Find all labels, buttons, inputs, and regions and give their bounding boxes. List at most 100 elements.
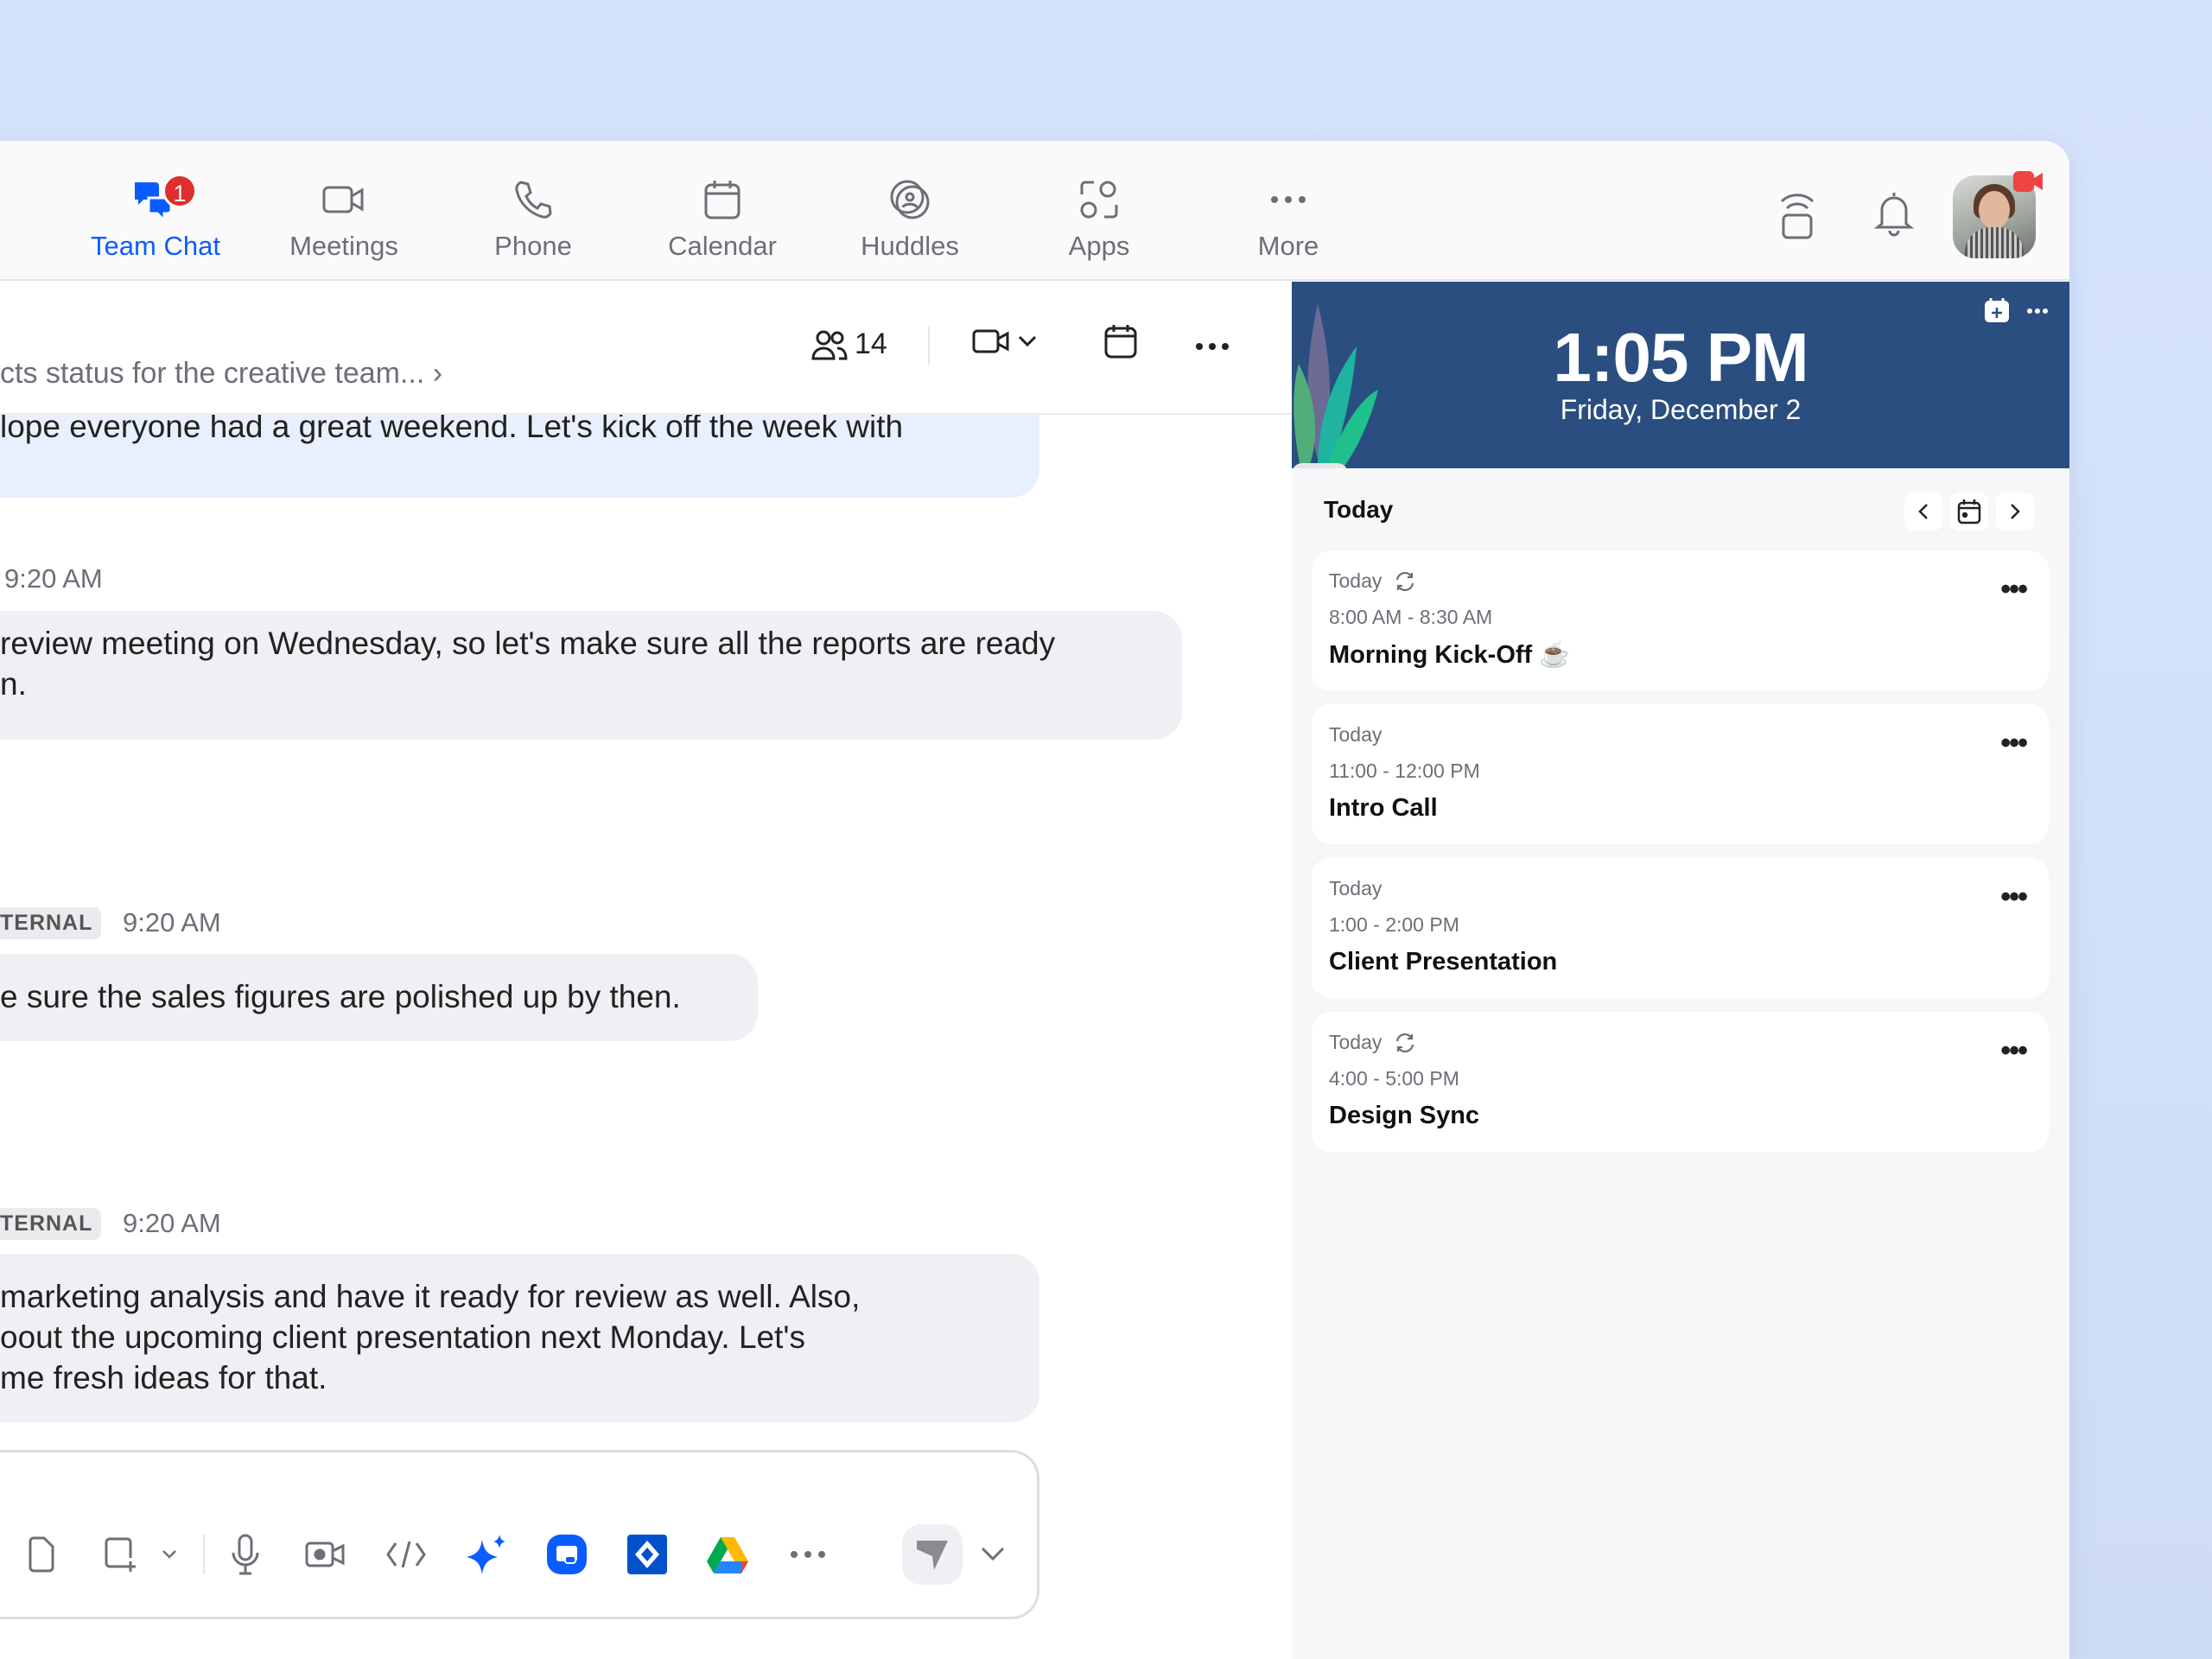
video-call-button[interactable] — [972, 327, 1038, 355]
event-title: Design Sync — [1329, 1102, 1480, 1129]
message-text: lope everyone had a great weekend. Let's… — [0, 415, 904, 444]
people-icon — [811, 330, 848, 359]
ai-companion-button[interactable] — [465, 1533, 508, 1576]
previous-day-button[interactable] — [1904, 493, 1942, 531]
event-card[interactable]: Today 8:00 AM - 8:30 AM Morning Kick-Off… — [1312, 550, 2049, 690]
nav-label: More — [1257, 231, 1319, 261]
nav-meetings[interactable]: Meetings — [257, 174, 430, 262]
event-day: Today — [1329, 1031, 1382, 1053]
nav-label: Huddles — [861, 231, 959, 261]
chevron-down-icon — [1018, 335, 1037, 347]
more-tools-button[interactable] — [790, 1550, 826, 1559]
more-options-button[interactable] — [1195, 342, 1230, 351]
phone-icon — [447, 174, 620, 226]
nav-huddles[interactable]: Huddles — [823, 174, 996, 262]
date-picker-button[interactable] — [1950, 493, 1988, 531]
clock-banner: 1:05 PM Friday, December 2 — [1292, 282, 2069, 468]
event-title: Client Presentation — [1329, 948, 1558, 976]
message-bubble: review meeting on Wednesday, so let's ma… — [0, 611, 1182, 740]
send-options-button[interactable] — [981, 1547, 1005, 1562]
chevron-down-icon — [162, 1550, 176, 1559]
presence-device-icon[interactable] — [1778, 189, 1816, 245]
message-list: lope everyone had a great weekend. Let's… — [0, 415, 1292, 1659]
nav-label: Meetings — [289, 231, 398, 261]
audio-message-button[interactable] — [231, 1534, 260, 1575]
message-bubble: marketing analysis and have it ready for… — [0, 1254, 1039, 1422]
jira-app-button[interactable] — [626, 1534, 668, 1575]
participant-count: 14 — [855, 327, 887, 360]
chevron-right-icon: › — [432, 357, 443, 390]
send-icon — [917, 1541, 948, 1570]
send-button[interactable] — [902, 1524, 963, 1585]
event-title: Morning Kick-Off ☕ — [1329, 641, 1571, 669]
huddles-icon — [823, 174, 996, 226]
external-badge: TERNAL — [0, 907, 102, 939]
screenshot-options-button[interactable] — [162, 1549, 177, 1560]
message-time: 9:20 AM — [123, 907, 221, 938]
next-day-button[interactable] — [1996, 493, 2034, 531]
nav-apps[interactable]: Apps — [1013, 174, 1185, 262]
screenshot-icon — [105, 1537, 136, 1572]
calendar-panel: 1:05 PM Friday, December 2 Today Today 8… — [1292, 282, 2069, 1659]
divider — [203, 1535, 205, 1574]
event-day: Today — [1329, 569, 1382, 592]
nav-phone[interactable]: Phone — [447, 174, 620, 262]
event-card[interactable]: Today 4:00 - 5:00 PM Design Sync ••• — [1312, 1012, 2049, 1152]
event-card[interactable]: Today 11:00 - 12:00 PM Intro Call ••• — [1312, 704, 2049, 844]
code-icon — [386, 1541, 426, 1568]
chat-icon: 1 — [69, 174, 242, 226]
recording-icon — [2013, 171, 2043, 192]
channel-description[interactable]: cts status for the creative team... › — [0, 357, 442, 391]
zoom-app-button[interactable] — [546, 1534, 588, 1575]
google-drive-icon — [707, 1537, 748, 1573]
chat-header: cts status for the creative team... › 14 — [0, 282, 1292, 415]
nav-team-chat[interactable]: 1 Team Chat — [69, 174, 242, 262]
nav-calendar[interactable]: Calendar — [636, 174, 809, 262]
channel-description-text: cts status for the creative team... — [0, 357, 425, 390]
more-icon[interactable] — [2026, 308, 2049, 315]
message-time: 9:20 AM — [4, 563, 103, 594]
event-time: 11:00 - 12:00 PM — [1329, 760, 1480, 782]
top-nav: 1 Team Chat Meetings Phone Calendar Hudd… — [0, 141, 2069, 281]
app-window: 1 Team Chat Meetings Phone Calendar Hudd… — [0, 141, 2069, 1659]
participants-button[interactable]: 14 — [811, 327, 887, 361]
more-icon — [791, 1551, 825, 1558]
event-time: 8:00 AM - 8:30 AM — [1329, 606, 1493, 628]
event-more-icon[interactable]: ••• — [2000, 573, 2028, 607]
nav-label: Apps — [1068, 231, 1130, 261]
video-camera-icon — [257, 174, 430, 226]
calendar-icon — [1104, 325, 1137, 359]
event-more-icon[interactable]: ••• — [2000, 880, 2028, 914]
message-text: me fresh ideas for that. — [0, 1360, 327, 1395]
message-bubble: lope everyone had a great weekend. Let's… — [0, 415, 1039, 498]
chevron-right-icon — [2011, 504, 2020, 519]
file-icon — [29, 1536, 54, 1573]
event-more-icon[interactable]: ••• — [2000, 727, 2028, 760]
schedule-button[interactable] — [1103, 323, 1138, 359]
external-badge: TERNAL — [0, 1208, 102, 1240]
google-drive-button[interactable] — [706, 1535, 749, 1573]
event-more-icon[interactable]: ••• — [2000, 1034, 2028, 1068]
day-header: Today — [1324, 496, 1394, 523]
message-bubble: e sure the sales figures are polished up… — [0, 954, 758, 1041]
sparkle-icon — [467, 1535, 505, 1574]
event-title: Intro Call — [1329, 794, 1438, 822]
message-time: 9:20 AM — [123, 1208, 221, 1238]
screenshot-button[interactable] — [103, 1535, 139, 1573]
message-text: e sure the sales figures are polished up… — [0, 979, 681, 1014]
event-time: 4:00 - 5:00 PM — [1329, 1067, 1459, 1090]
message-composer[interactable] — [0, 1450, 1039, 1619]
video-camera-icon — [972, 329, 1009, 353]
event-card[interactable]: Today 1:00 - 2:00 PM Client Presentation… — [1312, 858, 2049, 998]
more-icon — [1196, 343, 1229, 350]
nav-more[interactable]: More — [1202, 174, 1375, 262]
add-event-icon[interactable] — [1984, 297, 2010, 323]
video-message-button[interactable] — [305, 1540, 346, 1569]
code-snippet-button[interactable] — [385, 1540, 427, 1569]
calendar-icon — [636, 174, 809, 226]
bell-icon[interactable] — [1873, 189, 1915, 242]
zoom-app-icon — [547, 1535, 587, 1574]
jira-icon — [627, 1535, 667, 1574]
file-button[interactable] — [27, 1536, 54, 1573]
clock-time: 1:05 PM — [1553, 319, 1808, 396]
